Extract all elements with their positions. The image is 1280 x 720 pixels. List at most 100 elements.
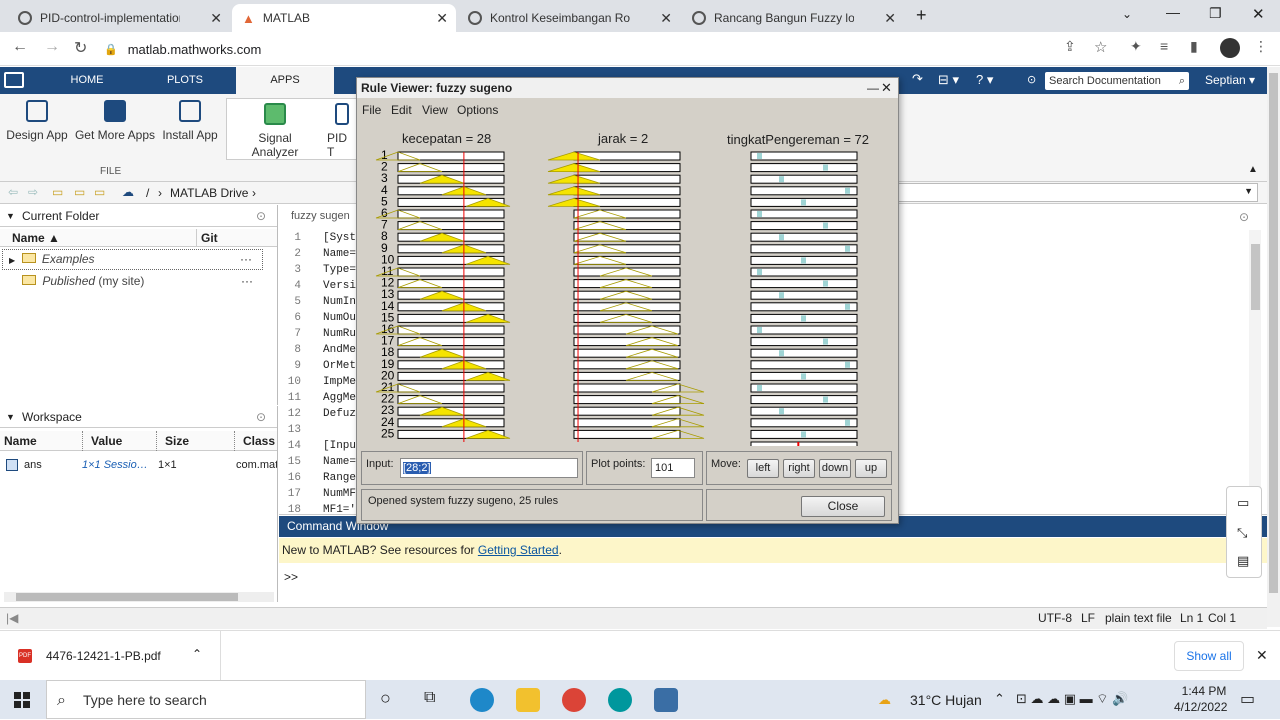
reload-icon[interactable]: ↻	[74, 38, 87, 58]
vertical-scrollbar[interactable]	[1249, 230, 1261, 512]
code-line[interactable]: 9 OrMet	[279, 358, 356, 374]
code-line[interactable]: 2 Name=	[279, 246, 356, 262]
close-button[interactable]: Close	[801, 496, 885, 517]
tab-home[interactable]: HOME	[40, 67, 134, 94]
column-name[interactable]: Name	[4, 431, 37, 451]
forward-folder-icon[interactable]: ⇨	[28, 185, 38, 199]
show-all-button[interactable]: Show all	[1174, 641, 1244, 671]
up-folder-icon[interactable]: ▭	[52, 185, 63, 199]
scroll-thumb[interactable]	[16, 593, 238, 601]
code-line[interactable]: 7 NumRu	[279, 326, 356, 342]
extensions-icon[interactable]: ✦	[1130, 38, 1142, 55]
menu-file[interactable]: File	[362, 100, 381, 120]
layout-panel-icon[interactable]: ▤	[1237, 553, 1249, 569]
url-field[interactable]: 🔒 matlab.mathworks.com	[104, 36, 1264, 62]
code-line[interactable]: 6 NumOu	[279, 310, 356, 326]
calculator-icon[interactable]	[654, 688, 678, 712]
search-documentation-input[interactable]: Search Documentation ⌕	[1045, 72, 1189, 90]
page-scrollbar[interactable]	[1267, 67, 1280, 627]
expand-icon[interactable]: ▶	[9, 256, 15, 265]
input-field[interactable]: [28;2]	[400, 458, 578, 478]
code-line[interactable]: 3 Type=	[279, 262, 356, 278]
code-line[interactable]: 16 Range	[279, 470, 356, 486]
code-line[interactable]: 13	[279, 422, 323, 438]
task-view-icon[interactable]: ⧉	[424, 689, 435, 707]
tab-search-icon[interactable]: ⌄	[1122, 7, 1132, 21]
collapse-icon[interactable]: ▼	[6, 406, 15, 428]
tab-plots[interactable]: PLOTS	[138, 67, 232, 94]
scroll-thumb[interactable]	[1251, 244, 1260, 310]
install-app-button[interactable]: Install App	[160, 100, 220, 142]
column-git[interactable]: Git	[196, 229, 218, 247]
path-field[interactable]: ▼	[898, 183, 1258, 202]
code-line[interactable]: 12 Defuz	[279, 406, 356, 422]
weather-text[interactable]: 31°C Hujan	[910, 692, 982, 708]
menu-icon[interactable]: ⋮	[1254, 38, 1268, 55]
windows-start-icon[interactable]	[14, 692, 30, 708]
panel-menu-icon[interactable]: ⊙	[1239, 210, 1249, 224]
code-line[interactable]: 1 [Syst	[279, 230, 356, 246]
tab-kontrol[interactable]: Kontrol Keseimbangan Robot He ✕	[458, 4, 680, 32]
cortana-icon[interactable]: ○	[380, 688, 391, 709]
chevron-down-icon[interactable]: ▼	[1244, 186, 1253, 196]
path-matlab-drive[interactable]: MATLAB Drive	[170, 186, 248, 200]
move-up-button[interactable]: up	[855, 459, 887, 478]
tab-apps[interactable]: APPS	[236, 67, 334, 94]
tab-pid-control[interactable]: PID-control-implementation-Ard ✕	[8, 4, 230, 32]
code-line[interactable]: 14 [Inpu	[279, 438, 356, 454]
window-close-button[interactable]: ✕	[1252, 5, 1265, 23]
close-icon[interactable]: ✕	[436, 10, 448, 27]
chevron-up-icon[interactable]: ⌃	[192, 647, 202, 661]
new-tab-button[interactable]: +	[916, 5, 927, 26]
list-item[interactable]: ▶ Examples ···	[2, 249, 263, 270]
minimize-button[interactable]: —	[1166, 4, 1180, 20]
minimize-button[interactable]: —	[867, 78, 879, 98]
tray-chevron-icon[interactable]: ⌃	[994, 691, 1005, 707]
menu-view[interactable]: View	[422, 100, 448, 120]
pid-tuner-button[interactable]: PID T	[327, 103, 357, 159]
menu-options[interactable]: Options	[457, 100, 498, 120]
move-down-button[interactable]: down	[819, 459, 851, 478]
layout-icon[interactable]: ⊟ ▾	[938, 72, 959, 88]
back-folder-icon[interactable]: ⇦	[8, 185, 18, 199]
column-name[interactable]: Name ▲	[12, 229, 60, 247]
get-more-apps-button[interactable]: Get More Apps	[74, 100, 156, 142]
move-left-button[interactable]: left	[747, 459, 779, 478]
maximize-button[interactable]: ❐	[1209, 5, 1222, 22]
code-line[interactable]: 5 NumIn	[279, 294, 356, 310]
notification-icon[interactable]: ▭	[1240, 689, 1255, 709]
edge-icon[interactable]	[470, 688, 494, 712]
scroll-thumb[interactable]	[1269, 73, 1278, 593]
download-item[interactable]: 4476-12421-1-PB.pdf	[46, 649, 161, 663]
taskbar-search-input[interactable]: ⌕ Type here to search	[46, 680, 366, 719]
code-line[interactable]: 4 Versi	[279, 278, 356, 294]
tray-icons[interactable]: ⊡ ☁ ☁ ▣ ▬ ⌔ 🔊	[1016, 691, 1128, 707]
close-icon[interactable]: ✕	[210, 10, 222, 27]
collapse-icon[interactable]: ▼	[6, 205, 15, 227]
design-app-button[interactable]: Design App	[6, 100, 68, 142]
menu-edit[interactable]: Edit	[391, 100, 412, 120]
panel-menu-icon[interactable]: ⊙	[256, 205, 266, 227]
share-icon[interactable]: ⇪	[1064, 38, 1076, 55]
side-panel-icon[interactable]: ▮	[1190, 38, 1198, 55]
list-item[interactable]: Published (my site) ···	[2, 272, 263, 292]
avatar[interactable]	[1220, 38, 1240, 58]
table-row[interactable]: ans 1×1 Sessio… 1×1 com.mat	[0, 456, 277, 474]
path-root[interactable]: /	[146, 186, 149, 200]
horizontal-scrollbar[interactable]	[4, 592, 274, 602]
reading-list-icon[interactable]: ≡	[1160, 38, 1168, 54]
clock-time[interactable]: 1:44 PM	[1180, 684, 1228, 698]
code-line[interactable]: 11 AggMe	[279, 390, 356, 406]
matlab-home-icon[interactable]	[4, 72, 24, 88]
command-prompt[interactable]: >>	[284, 570, 298, 584]
more-icon[interactable]: ···	[240, 250, 252, 269]
browse-folder-icon[interactable]: ▭	[74, 185, 85, 199]
clock-date[interactable]: 4/12/2022	[1174, 700, 1227, 714]
resize-icon[interactable]: ⤡	[1237, 525, 1247, 541]
collapse-toolstrip-icon[interactable]: ▲	[1248, 164, 1258, 175]
getting-started-link[interactable]: Getting Started	[478, 543, 559, 557]
back-icon[interactable]: ←	[12, 38, 28, 56]
community-icon[interactable]: ⊙	[1027, 73, 1036, 86]
file-explorer-icon[interactable]	[516, 688, 540, 712]
chrome-icon[interactable]	[562, 688, 586, 712]
